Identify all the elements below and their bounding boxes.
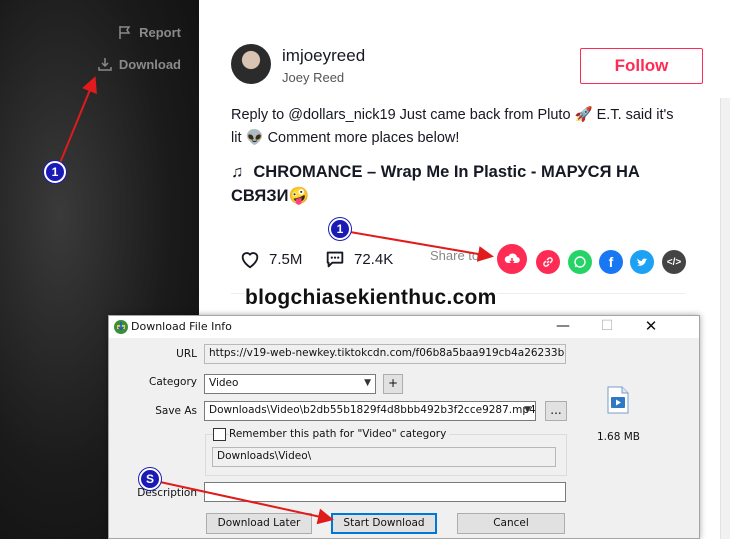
comment-icon: [326, 251, 344, 268]
link-icon: [543, 257, 553, 267]
url-field[interactable]: https://v19-web-newkey.tiktokcdn.com/f06…: [204, 344, 566, 364]
music-note-icon: ♫: [231, 163, 244, 181]
cancel-button[interactable]: Cancel: [457, 513, 565, 534]
report-action[interactable]: Report: [117, 24, 181, 40]
file-size: 1.68 MB: [597, 431, 640, 443]
step-1-badge: 1: [44, 161, 66, 183]
category-label: Category: [149, 376, 197, 388]
chevron-down-icon: ▼: [364, 378, 371, 388]
step-1-badge: 1: [329, 218, 351, 240]
add-category-button[interactable]: +: [383, 374, 403, 394]
dialog-title: Download File Info: [131, 320, 232, 333]
maximize-button[interactable]: ☐: [585, 317, 629, 337]
facebook-icon: f: [608, 254, 614, 270]
close-button[interactable]: ✕: [629, 317, 673, 337]
download-file-info-dialog: Download File Info — ☐ ✕ URL https://v19…: [108, 315, 700, 539]
username[interactable]: imjoeyreed: [282, 46, 365, 66]
remember-label: Remember this path for "Video" category: [229, 428, 450, 440]
whatsapp-icon: [574, 256, 586, 268]
code-icon: </>: [666, 256, 682, 268]
save-as-select[interactable]: Downloads\Video\b2db55b1829f4d8bbb492b3f…: [204, 401, 536, 421]
save-as-label: Save As: [155, 405, 197, 417]
like-count: 7.5M: [269, 250, 303, 268]
nickname: Joey Reed: [282, 70, 345, 85]
heart-icon: [241, 252, 259, 269]
share-twitter-button[interactable]: [630, 250, 654, 274]
share-link-button[interactable]: [536, 250, 560, 274]
video-file-icon: [607, 386, 629, 414]
start-download-button[interactable]: Start Download: [331, 513, 437, 534]
music-label: CHROMANCE – Wrap Me In Plastic - МАРУСЯ …: [231, 163, 640, 205]
browse-button[interactable]: ...: [545, 401, 567, 421]
save-as-value: Downloads\Video\b2db55b1829f4d8bbb492b3f…: [209, 404, 536, 416]
chevron-down-icon: ▼: [524, 405, 531, 415]
download-label: Download: [118, 56, 181, 72]
music-title[interactable]: ♫ CHROMANCE – Wrap Me In Plastic - МАРУСЯ…: [231, 160, 691, 208]
description-field[interactable]: [204, 482, 566, 502]
twitter-icon: [637, 258, 648, 266]
download-later-button[interactable]: Download Later: [206, 513, 312, 534]
minimize-button[interactable]: —: [541, 317, 585, 337]
category-value: Video: [209, 377, 239, 389]
follow-button[interactable]: Follow: [580, 48, 703, 84]
download-action[interactable]: Download: [97, 56, 181, 72]
cloud-download-icon: [504, 253, 520, 265]
comment-button[interactable]: 72.4K: [324, 248, 393, 270]
flag-icon: [119, 26, 131, 39]
share-label: Share to: [430, 248, 480, 263]
caption: Reply to @dollars_nick19 Just came back …: [231, 107, 674, 146]
url-label: URL: [176, 348, 197, 360]
category-select[interactable]: Video ▼: [204, 374, 376, 394]
idm-logo-icon: [114, 320, 128, 334]
download-icon: [98, 58, 112, 71]
share-whatsapp-button[interactable]: [568, 250, 592, 274]
dialog-titlebar[interactable]: Download File Info — ☐ ✕: [109, 316, 699, 338]
share-embed-button[interactable]: </>: [662, 250, 686, 274]
remember-path-field: Downloads\Video\: [212, 447, 556, 467]
remember-checkbox[interactable]: [213, 428, 226, 441]
avatar[interactable]: [231, 44, 271, 84]
step-s-badge: S: [139, 468, 161, 490]
comment-count: 72.4K: [354, 250, 394, 268]
share-download-button[interactable]: [497, 244, 527, 274]
watermark: blogchiasekienthuc.com: [245, 286, 497, 309]
description-label: Description: [137, 487, 197, 499]
like-button[interactable]: 7.5M: [239, 248, 302, 270]
scrollbar[interactable]: [720, 98, 730, 539]
report-label: Report: [139, 24, 181, 40]
share-facebook-button[interactable]: f: [599, 250, 623, 274]
